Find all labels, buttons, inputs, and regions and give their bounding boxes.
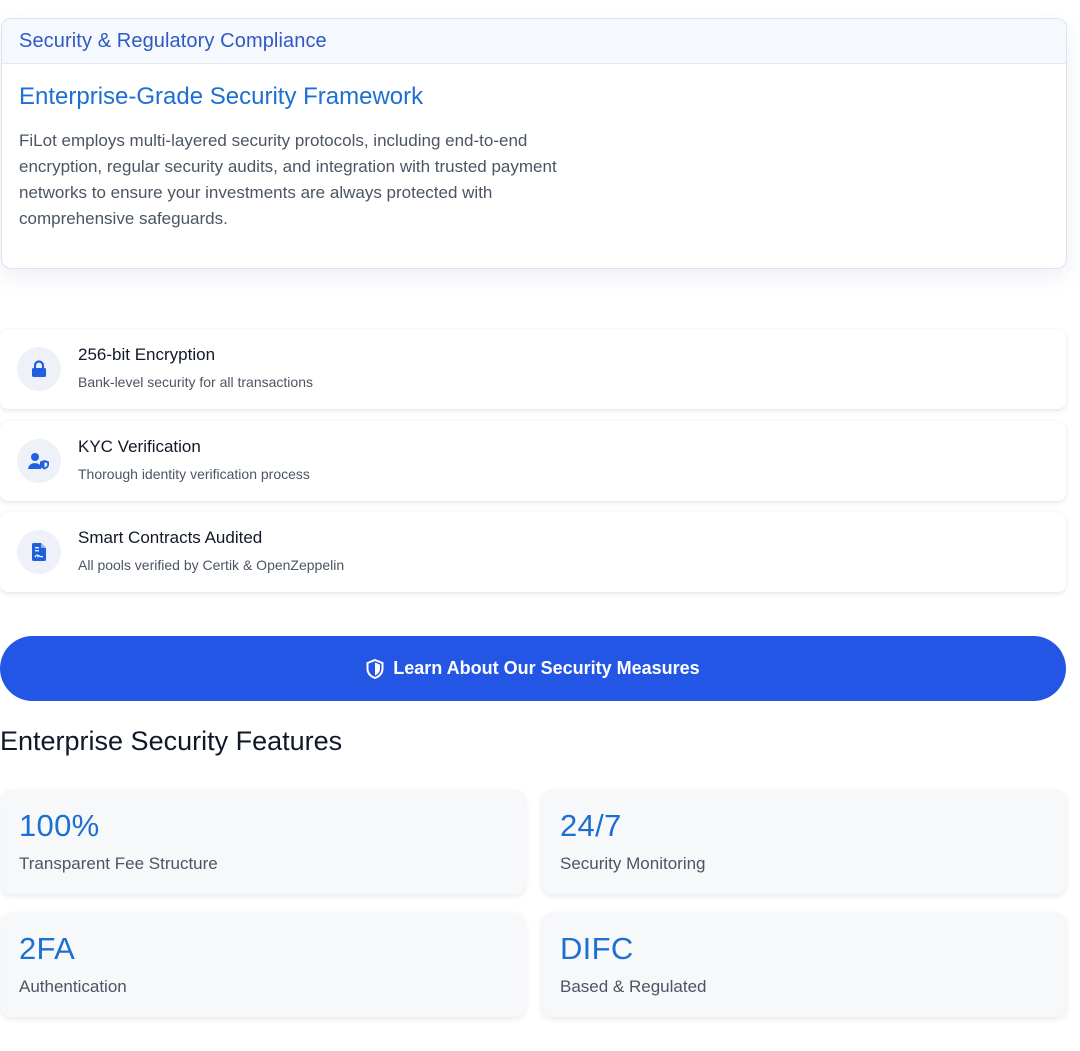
- feature-item-encryption: 256-bit Encryption Bank-level security f…: [0, 329, 1066, 409]
- stat-label: Security Monitoring: [560, 854, 706, 873]
- security-page: Security & Regulatory Compliance Enterpr…: [0, 0, 1080, 1051]
- feature-description: Thorough identity verification process: [78, 466, 310, 482]
- stat-card-2fa: 2FA Authentication: [1, 913, 525, 1017]
- user-shield-icon: [17, 439, 61, 483]
- security-features-heading: Enterprise Security Features: [0, 726, 343, 756]
- stat-card-fees: 100% Transparent Fee Structure: [1, 790, 525, 894]
- framework-title: Enterprise-Grade Security Framework: [19, 83, 424, 110]
- feature-item-kyc: KYC Verification Thorough identity verif…: [0, 421, 1066, 501]
- feature-description: All pools verified by Certik & OpenZeppe…: [78, 557, 345, 573]
- feature-title: 256-bit Encryption: [78, 345, 216, 364]
- shield-icon: [366, 658, 384, 679]
- compliance-card: Security & Regulatory Compliance Enterpr…: [1, 18, 1067, 269]
- stat-value: 2FA: [19, 931, 76, 966]
- framework-description: FiLot employs multi-layered security pro…: [19, 131, 557, 228]
- feature-title: KYC Verification: [78, 437, 201, 456]
- stat-card-monitoring: 24/7 Security Monitoring: [542, 790, 1066, 894]
- stat-label: Authentication: [19, 977, 127, 996]
- learn-security-button-label: Learn About Our Security Measures: [393, 658, 700, 678]
- lock-icon: [17, 347, 61, 391]
- feature-description: Bank-level security for all transactions: [78, 374, 313, 390]
- stat-value: 100%: [19, 808, 100, 843]
- compliance-card-body: Enterprise-Grade Security Framework FiLo…: [2, 64, 1066, 232]
- file-contract-icon: [17, 530, 61, 574]
- stat-card-difc: DIFC Based & Regulated: [542, 913, 1066, 1017]
- stat-label: Based & Regulated: [560, 977, 707, 996]
- compliance-header-title: Security & Regulatory Compliance: [19, 29, 327, 52]
- stat-label: Transparent Fee Structure: [19, 854, 218, 873]
- compliance-card-header: Security & Regulatory Compliance: [2, 19, 1066, 64]
- stat-value: DIFC: [560, 931, 634, 966]
- stat-value: 24/7: [560, 808, 622, 843]
- feature-title: Smart Contracts Audited: [78, 528, 263, 547]
- learn-security-button[interactable]: Learn About Our Security Measures: [0, 636, 1066, 701]
- feature-item-smart-contracts: Smart Contracts Audited All pools verifi…: [0, 512, 1066, 592]
